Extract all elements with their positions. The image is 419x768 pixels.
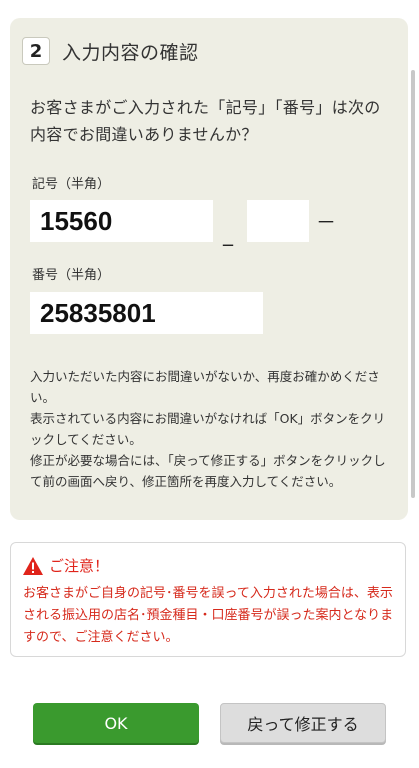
- warning-icon: [23, 556, 43, 575]
- caution-notice: ご注意！ お客さまがご自身の記号･番号を誤って入力された場合は、表示される振込用…: [10, 542, 406, 657]
- scrollbar[interactable]: [411, 70, 415, 498]
- caution-title: ご注意！: [49, 557, 110, 575]
- kigou-field-1[interactable]: 15560: [30, 200, 213, 242]
- back-edit-button[interactable]: 戻って修正する: [220, 703, 386, 743]
- caution-body: お客さまがご自身の記号･番号を誤って入力された場合は、表示される振込用の店名･預…: [23, 586, 394, 645]
- confirmation-question: お客さまがご入力された「記号」「番号」は次の内容でお間違いありませんか？: [30, 98, 381, 144]
- instructions: 入力いただいた内容にお間違いがないか、再度お確かめください。 表示されている内容…: [30, 366, 394, 492]
- bangou-field[interactable]: 25835801: [30, 292, 263, 334]
- step-header: 2 入力内容の確認: [22, 36, 199, 66]
- kigou-field-2[interactable]: [247, 200, 309, 242]
- step-number-badge: 2: [22, 37, 50, 65]
- ok-button[interactable]: OK: [33, 703, 199, 743]
- instruction-line: 修正が必要な場合には、「戻って修正する」ボタンをクリックして前の画面へ戻り、修正…: [30, 453, 386, 489]
- instruction-line: 表示されている内容にお間違いがなければ「OK」ボタンをクリックしてください。: [30, 411, 386, 447]
- step-title: 入力内容の確認: [62, 41, 199, 64]
- bangou-label: 番号（半角）: [32, 268, 111, 283]
- kigou-label: 記号（半角）: [32, 177, 111, 192]
- instruction-line: 入力いただいた内容にお間違いがないか、再度お確かめください。: [30, 369, 380, 405]
- caution-title-row: ご注意！: [23, 555, 109, 576]
- kigou-separator-1: _: [223, 222, 233, 246]
- confirmation-panel: 2 入力内容の確認 お客さまがご入力された「記号」「番号」は次の内容でお間違いあ…: [10, 18, 408, 520]
- kigou-separator-2: －: [316, 210, 336, 234]
